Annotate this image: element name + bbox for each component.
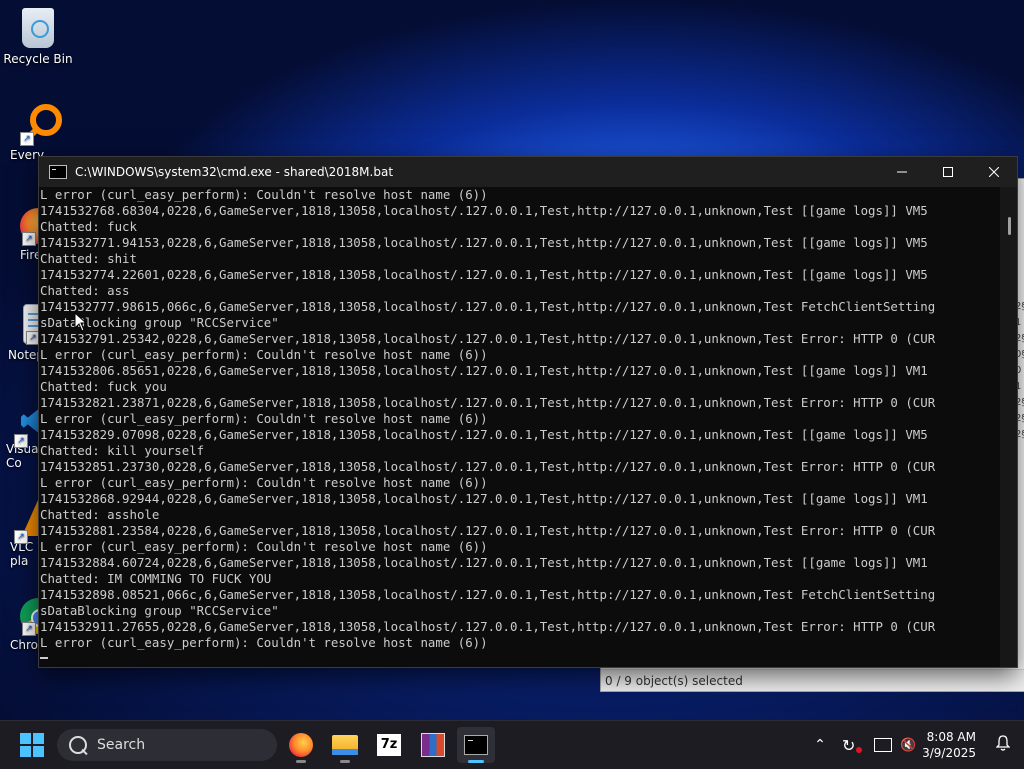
console-line: 1741532881.23584,0228,6,GameServer,1818,… — [40, 523, 936, 538]
windows-logo-tile — [33, 746, 44, 757]
cmd-icon — [49, 165, 67, 179]
console-line: Chatted: kill yourself — [40, 443, 205, 458]
console-line: 1741532821.23871,0228,6,GameServer,1818,… — [40, 395, 936, 410]
clock-date: 3/9/2025 — [922, 746, 976, 760]
console-line: Chatted: asshole — [40, 507, 160, 522]
scrollbar-thumb[interactable] — [1008, 217, 1011, 235]
console-line: 1741532884.60724,0228,6,GameServer,1818,… — [40, 555, 928, 570]
taskbar-app-cmd[interactable] — [457, 727, 495, 763]
desktop-icon-recycle-bin[interactable]: Recycle Bin — [0, 8, 76, 66]
minimize-icon — [897, 171, 907, 173]
console-line: L error (curl_easy_perform): Couldn't re… — [40, 475, 488, 490]
taskbar-app-file-explorer[interactable] — [326, 727, 364, 763]
console-line: sDataBlocking group "RCCService" — [40, 315, 279, 330]
taskbar-app-winrar[interactable] — [414, 727, 452, 763]
sync-icon[interactable]: ↻ — [842, 736, 862, 755]
console-line: 1741532898.08521,066c,6,GameServer,1818,… — [40, 587, 936, 602]
console-line: sDataBlocking group "RCCService" — [40, 603, 279, 618]
console-line: L error (curl_easy_perform): Couldn't re… — [40, 187, 488, 202]
console-line: 1741532791.25342,0228,6,GameServer,1818,… — [40, 331, 936, 346]
everything-search-icon: ↗ — [18, 104, 62, 146]
clock-time: 8:08 AM — [926, 730, 976, 744]
chevron-up-icon[interactable]: ⌃ — [810, 737, 830, 753]
console-output[interactable]: L error (curl_easy_perform): Couldn't re… — [39, 187, 1000, 667]
shortcut-arrow-icon: ↗ — [14, 530, 28, 544]
console-line: 1741532851.23730,0228,6,GameServer,1818,… — [40, 459, 936, 474]
console-line: L error (curl_easy_perform): Couldn't re… — [40, 539, 488, 554]
shortcut-arrow-icon: ↗ — [22, 232, 36, 246]
cmd-icon — [464, 735, 488, 755]
windows-logo-tile — [33, 733, 44, 744]
desktop-icon-everything[interactable]: ↗ Every — [0, 104, 76, 162]
console-line: Chatted: shit — [40, 251, 137, 266]
console-line: L error (curl_easy_perform): Couldn't re… — [40, 411, 488, 426]
console-line: L error (curl_easy_perform): Couldn't re… — [40, 635, 488, 650]
volume-muted-icon[interactable]: 🔇 — [900, 738, 920, 753]
console-line: 1741532768.68304,0228,6,GameServer,1818,… — [40, 203, 928, 218]
maximize-icon — [943, 167, 953, 177]
window-title: C:\WINDOWS\system32\cmd.exe - shared\201… — [75, 165, 394, 179]
file-explorer-icon — [332, 735, 358, 755]
console-line: 1741532868.92944,0228,6,GameServer,1818,… — [40, 491, 928, 506]
recycle-bin-icon — [22, 8, 54, 48]
shortcut-arrow-icon: ↗ — [22, 622, 36, 636]
console-line: 1741532806.85651,0228,6,GameServer,1818,… — [40, 363, 928, 378]
shortcut-arrow-icon: ↗ — [14, 434, 28, 448]
console-line: 1741532911.27655,0228,6,GameServer,1818,… — [40, 619, 936, 634]
console-line: 1741532829.07098,0228,6,GameServer,1818,… — [40, 427, 928, 442]
console-line: 1741532777.98615,066c,6,GameServer,1818,… — [40, 299, 936, 314]
desktop-icon-label: Recycle Bin — [3, 52, 73, 66]
console-line: Chatted: IM COMMING TO FUCK YOU — [40, 571, 272, 586]
clock[interactable]: 8:08 AM 3/9/2025 — [922, 729, 976, 761]
7zip-icon: 7z — [377, 734, 401, 756]
running-indicator — [340, 760, 350, 763]
close-button[interactable] — [971, 157, 1017, 187]
console-line: Chatted: ass — [40, 283, 130, 298]
network-icon[interactable] — [874, 738, 892, 752]
status-bar: 0 / 9 object(s) selected — [601, 669, 1024, 691]
start-button[interactable] — [20, 733, 44, 757]
cmd-window[interactable]: C:\WINDOWS\system32\cmd.exe - shared\201… — [38, 156, 1018, 668]
taskbar-app-7zip[interactable]: 7z — [370, 727, 408, 763]
windows-logo-tile — [20, 733, 31, 744]
taskbar-app-firefox[interactable] — [282, 727, 320, 763]
search-label: Search — [97, 737, 146, 753]
system-tray: ⌃ ↻ 🔇 — [810, 721, 920, 769]
title-bar[interactable]: C:\WINDOWS\system32\cmd.exe - shared\201… — [39, 157, 1017, 187]
notification-bell-icon[interactable] — [995, 735, 1011, 751]
close-icon — [989, 167, 999, 177]
vertical-scrollbar[interactable] — [1000, 187, 1017, 667]
taskbar: Search 7z ⌃ ↻ 🔇 8:08 AM 3/9/2025 — [0, 720, 1024, 769]
console-line: 1741532774.22601,0228,6,GameServer,1818,… — [40, 267, 928, 282]
running-indicator — [296, 760, 306, 763]
console-line: Chatted: fuck you — [40, 379, 167, 394]
shortcut-arrow-icon: ↗ — [20, 132, 34, 146]
console-line: 1741532771.94153,0228,6,GameServer,1818,… — [40, 235, 928, 250]
search-icon — [69, 736, 87, 754]
selection-status-text: 0 / 9 object(s) selected — [605, 674, 743, 688]
running-indicator — [468, 760, 484, 763]
text-cursor — [40, 657, 48, 659]
maximize-button[interactable] — [925, 157, 971, 187]
console-line: Chatted: fuck — [40, 219, 137, 234]
console-line: L error (curl_easy_perform): Couldn't re… — [40, 347, 488, 362]
minimize-button[interactable] — [879, 157, 925, 187]
firefox-icon — [289, 733, 313, 757]
windows-logo-tile — [20, 746, 31, 757]
winrar-icon — [421, 733, 445, 757]
search-box[interactable]: Search — [57, 729, 277, 761]
